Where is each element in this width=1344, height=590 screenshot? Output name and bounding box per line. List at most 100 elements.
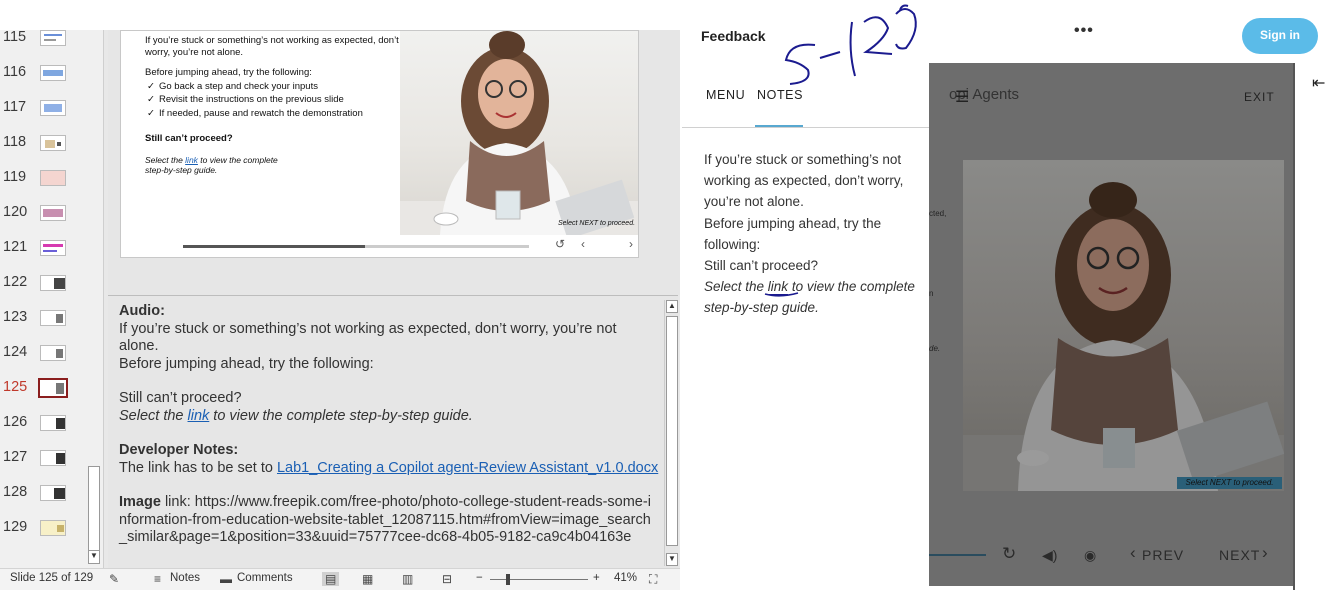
panel-notes-text: If you’re stuck or something’s not worki… [704,149,918,319]
fit-to-window-icon[interactable]: ⛶ [649,572,657,587]
thumbnail-number: 115 [3,29,27,45]
slide-italic-text: Select the link to view the complete ste… [145,155,295,176]
replay-icon[interactable]: ↻ [1002,544,1016,564]
thumbnail-slide-117[interactable]: 117 [0,95,88,125]
notes-line: Before jumping ahead, try the following: [119,355,374,372]
thumbnail-slide-116[interactable]: 116 [0,60,88,90]
slide-sorter-icon[interactable]: ▦ [362,572,373,586]
comments-icon[interactable]: ▬ [220,572,232,586]
chevron-left-icon[interactable]: ‹ [1130,543,1136,563]
captions-icon[interactable]: ◉ [1084,547,1096,564]
chevron-right-icon[interactable]: › [1262,543,1268,563]
thumbnail-slide-118[interactable]: 118 [0,130,88,160]
prev-button[interactable]: PREV [1142,547,1184,563]
more-options-icon[interactable]: ••• [1074,22,1094,40]
text: Select the [145,154,186,165]
slide-checklist-item: Go back a step and check your inputs [145,81,405,93]
slide-checklist-item: Revisit the instructions on the previous… [145,94,405,106]
thumbnail-slide-129[interactable]: 129 [0,515,88,545]
thumbnail-number: 127 [3,449,28,465]
thumbnail-slide-119[interactable]: 119 [0,165,88,195]
slide-counter: Slide 125 of 129 [10,572,94,584]
slide-preview[interactable]: If you’re stuck or something’s not worki… [120,30,639,258]
thumbnail-slide-128[interactable]: 128 [0,480,88,510]
divider [682,127,929,128]
slide-text-fragment: cted, [929,209,947,218]
thumbnail-slide-121[interactable]: 121 [0,235,88,265]
text: The link has to be set to [119,459,277,476]
speaker-notes-pane[interactable]: Audio: If you’re stuck or something’s no… [108,295,678,568]
notes-icon[interactable]: ≡ [154,572,161,586]
next-icon[interactable]: › [629,237,633,251]
volume-icon[interactable]: ◀) [1042,547,1057,564]
slide-thumbnail-pane: 115 116 117 118 119 120 121 122 123 124 … [0,29,104,568]
notes-link[interactable]: link [188,408,210,424]
scroll-up-icon[interactable]: ▲ [666,300,678,313]
audio-heading: Audio: [119,303,165,319]
lab-document-link[interactable]: Lab1_Creating a Copilot agent-Review Ass… [277,460,658,476]
thumbnail-number: 117 [3,99,27,115]
thumbnail-image [40,170,66,186]
prev-icon[interactable]: ‹ [581,237,585,251]
thumbnail-number: 120 [3,204,28,220]
slide-progress-bar[interactable] [183,245,529,248]
woman-photo-illustration [400,31,638,235]
comments-button[interactable]: Comments [237,572,293,584]
next-button[interactable]: NEXT [1219,547,1260,563]
thumbnail-image [40,485,66,501]
scrollbar-thumb[interactable] [88,466,100,562]
sign-in-button[interactable]: Sign in [1242,18,1318,54]
accessibility-icon[interactable]: ✎ [109,572,119,586]
reading-view-icon[interactable]: ▥ [402,572,413,586]
tab-menu[interactable]: MENU [706,88,745,102]
thumbnail-slide-123[interactable]: 123 [0,305,88,335]
normal-view-icon[interactable]: ▤ [322,572,340,586]
notes-scrollbar[interactable]: ▲ ▼ [664,300,678,566]
zoom-slider[interactable] [490,579,588,580]
panel-notes-line: If you’re stuck or something’s not worki… [704,152,904,210]
thumbnail-slide-127[interactable]: 127 [0,445,88,475]
thumbnail-image [40,205,66,221]
feedback-title: Feedback [701,28,766,44]
scroll-down-icon[interactable]: ▼ [666,553,678,566]
exit-button[interactable]: EXIT [1244,90,1275,104]
slideshow-icon[interactable]: ⊟ [442,572,452,586]
panel-notes-link[interactable]: link [767,279,789,296]
zoom-in-button[interactable]: + [593,572,600,584]
replay-icon[interactable]: ↺ [555,237,565,251]
thumbnail-number: 128 [3,484,28,500]
thumbnail-slide-125-current[interactable]: 125 [0,375,88,405]
zoom-slider-thumb[interactable] [506,574,510,585]
thumbnail-slide-120[interactable]: 120 [0,200,88,230]
slide-link[interactable]: link [185,155,198,165]
thumbnail-number: 121 [3,239,28,255]
thumbnail-slide-126[interactable]: 126 [0,410,88,440]
tab-notes[interactable]: NOTES [757,88,803,102]
panel-divider [1293,63,1295,590]
zoom-out-button[interactable]: − [476,572,483,584]
player-progress-bar[interactable] [929,554,986,556]
thumbnail-slide-124[interactable]: 124 [0,340,88,370]
thumbnail-scrollbar[interactable]: ▼ [87,30,102,568]
zoom-level[interactable]: 41% [614,572,637,584]
thumbnail-slide-122[interactable]: 122 [0,270,88,300]
hamburger-menu-icon[interactable]: ☰ [955,87,969,107]
player-photo: Select NEXT to proceed. [963,160,1284,491]
thumbnail-image [40,520,66,536]
player-stage-dimmed: opi Agents ☰ EXIT cted, n de. Select NEX… [929,63,1293,586]
thumbnail-number: 116 [3,64,27,80]
slide-canvas: If you’re stuck or something’s not worki… [108,30,784,295]
notes-line: If you’re stuck or something’s not worki… [119,320,617,355]
thumbnail-slide-115[interactable]: 115 [0,25,88,55]
slide-heading: Still can’t proceed? [145,133,233,144]
scroll-down-icon[interactable]: ▼ [88,550,100,564]
panel-notes-line: Before jumping ahead, try the following: [704,215,882,252]
scrollbar-thumb[interactable] [666,316,678,546]
slide-photo: Select NEXT to proceed. [400,31,638,235]
panel-notes-italic: Select the link to view the complete ste… [704,276,918,318]
collapse-panel-icon[interactable]: ⇤ [1312,73,1325,93]
notes-button[interactable]: Notes [170,572,200,584]
text: to view the complete step-by-step guide. [209,407,473,424]
slide-paragraph: Before jumping ahead, try the following: [145,67,312,78]
notes-line: Still can’t proceed? [119,390,242,406]
